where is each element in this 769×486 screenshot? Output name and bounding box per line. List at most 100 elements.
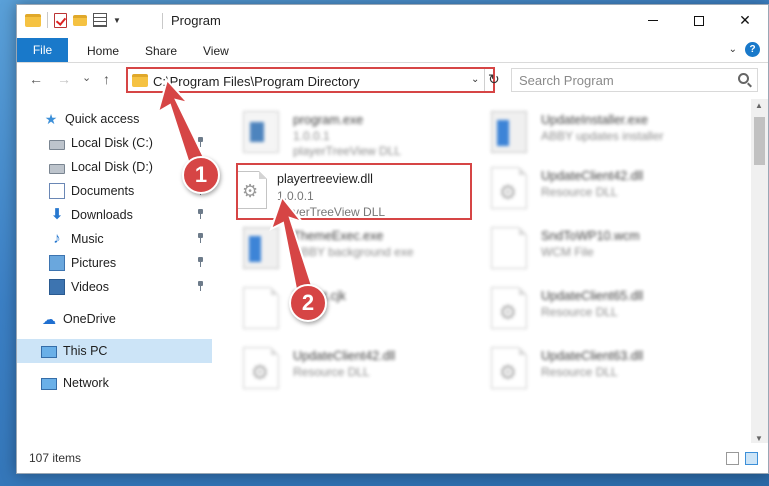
file-tile[interactable]: fontlnt.cjk: [243, 283, 483, 341]
properties-check-icon[interactable]: [54, 12, 67, 28]
file-tile[interactable]: SndToWP10.wcm WCM File: [491, 223, 731, 281]
step-1-badge: 1: [182, 156, 220, 194]
ribbon-right-controls: ⌄ ?: [729, 42, 760, 57]
file-detail: playerTreeView DLL: [293, 144, 402, 158]
help-icon[interactable]: ?: [745, 42, 760, 57]
music-icon: ♪: [53, 230, 61, 247]
close-button[interactable]: ✕: [722, 5, 768, 36]
file-tile[interactable]: ⚙ UpdateClient42.dll Resource DLL: [491, 163, 731, 221]
address-dropdown-icon[interactable]: ⌄: [471, 74, 479, 85]
tab-view[interactable]: View: [203, 44, 229, 58]
sidebar-item-local-disk-c[interactable]: Local Disk (C:): [17, 131, 212, 155]
pin-icon: [197, 137, 205, 147]
scroll-down-icon[interactable]: ▼: [755, 434, 763, 443]
details-view-icon[interactable]: [726, 452, 739, 465]
sidebar-item-label: OneDrive: [63, 312, 116, 326]
file-detail: Resource DLL: [541, 305, 618, 319]
file-name: ThemeExec.exe: [293, 229, 384, 243]
network-icon: [41, 378, 57, 390]
expand-ribbon-chevron-icon[interactable]: ⌄: [729, 44, 737, 55]
highlight-box: [236, 163, 472, 220]
file-tile[interactable]: UpdateInstaller.exe ABBY updates install…: [491, 107, 731, 165]
sidebar-item-videos[interactable]: Videos: [17, 275, 212, 299]
refresh-icon[interactable]: ↻: [488, 71, 500, 88]
blank-file-icon: [491, 227, 527, 269]
search-input[interactable]: [519, 70, 719, 90]
documents-icon: [49, 183, 65, 199]
file-detail: Resource DLL: [541, 185, 618, 199]
sidebar-item-network[interactable]: Network: [17, 371, 212, 395]
file-tile[interactable]: ThemeExec.exe ABBY background exe: [243, 223, 483, 281]
tab-home[interactable]: Home: [87, 44, 119, 58]
drive-icon: [49, 163, 65, 174]
this-pc-icon: [41, 346, 57, 358]
file-tile[interactable]: program.exe 1.0.0.1 playerTreeView DLL: [243, 107, 483, 165]
maximize-button[interactable]: [676, 5, 722, 36]
recent-locations-chevron-icon[interactable]: ⌄: [82, 71, 91, 84]
file-detail: Resource DLL: [293, 365, 370, 379]
customize-toolbar-caret-icon[interactable]: ▼: [113, 16, 121, 25]
address-folder-icon: [132, 74, 148, 87]
explorer-window: ▼ Program ✕ File Home Share View ⌄ ? ← →…: [16, 4, 769, 474]
vertical-scrollbar[interactable]: ▲ ▼: [751, 99, 768, 445]
title-bar: ▼ Program ✕: [17, 5, 768, 36]
sidebar-item-label: Pictures: [71, 256, 117, 270]
scroll-thumb[interactable]: [754, 117, 765, 165]
address-bar[interactable]: C:\Program Files\Program Directory ⌄ ↻: [126, 67, 500, 93]
search-icon[interactable]: [738, 73, 749, 84]
sidebar-item-label: Local Disk (D:): [71, 160, 153, 174]
file-name: UpdateInstaller.exe: [541, 113, 649, 127]
file-name: program.exe: [293, 113, 364, 127]
window-title: Program: [171, 13, 221, 28]
search-box[interactable]: [511, 68, 758, 92]
pictures-icon: [49, 255, 65, 271]
sidebar-item-this-pc[interactable]: This PC: [17, 339, 212, 363]
close-icon: ✕: [739, 12, 751, 28]
sidebar-item-label: Videos: [71, 280, 109, 294]
sidebar-item-label: Downloads: [71, 208, 133, 222]
new-folder-icon[interactable]: [73, 14, 87, 26]
up-arrow-icon[interactable]: ↑: [103, 71, 110, 87]
exe-file-icon: [243, 227, 279, 269]
sidebar-item-label: This PC: [63, 344, 108, 358]
gear-icon: ⚙: [251, 362, 269, 384]
sidebar-item-onedrive[interactable]: ☁ OneDrive: [17, 307, 212, 331]
pin-icon: [197, 281, 205, 291]
file-tile[interactable]: ⚙ UpdateClient42.dll Resource DLL: [243, 343, 483, 401]
dll-file-icon: ⚙: [491, 347, 527, 389]
file-name: UpdateClient63.dll: [541, 349, 644, 363]
sidebar-item-quick-access[interactable]: ★ Quick access: [17, 107, 212, 131]
file-name: UpdateClient65.dll: [541, 289, 644, 303]
sidebar-item-music[interactable]: ♪ Music: [17, 227, 212, 251]
item-count: 107 items: [29, 451, 82, 465]
minimize-button[interactable]: [630, 5, 676, 36]
address-path[interactable]: C:\Program Files\Program Directory: [153, 74, 360, 89]
file-list: program.exe 1.0.0.1 playerTreeView DLL U…: [213, 99, 746, 445]
properties-icon[interactable]: [93, 13, 107, 27]
forward-arrow-icon[interactable]: →: [57, 71, 71, 87]
back-arrow-icon[interactable]: ←: [29, 71, 43, 87]
title-divider: [162, 13, 163, 29]
file-name: UpdateClient42.dll: [293, 349, 396, 363]
file-detail: ABBY background exe: [293, 245, 414, 259]
tab-share[interactable]: Share: [145, 44, 177, 58]
file-detail: Resource DLL: [541, 365, 618, 379]
tab-file[interactable]: File: [17, 38, 68, 62]
file-tile[interactable]: ⚙ UpdateClient65.dll Resource DLL: [491, 283, 731, 341]
minimize-icon: [648, 20, 658, 21]
gear-icon: ⚙: [499, 362, 517, 384]
window-controls: ✕: [630, 5, 768, 36]
navigation-bar: ← → ⌄ ↑ C:\Program Files\Program Directo…: [17, 63, 768, 99]
sidebar-item-pictures[interactable]: Pictures: [17, 251, 212, 275]
tiles-view-icon[interactable]: [745, 452, 758, 465]
pin-icon: [197, 209, 205, 219]
star-icon: ★: [44, 111, 58, 127]
file-tile[interactable]: ⚙ UpdateClient63.dll Resource DLL: [491, 343, 731, 401]
sidebar-item-label: Quick access: [65, 112, 140, 126]
file-name: SndToWP10.wcm: [541, 229, 640, 243]
pin-icon: [197, 233, 205, 243]
sidebar-item-downloads[interactable]: ⬇ Downloads: [17, 203, 212, 227]
scroll-up-icon[interactable]: ▲: [755, 101, 763, 110]
file-detail: 1.0.0.1: [293, 129, 330, 143]
file-detail: WCM File: [541, 245, 594, 259]
